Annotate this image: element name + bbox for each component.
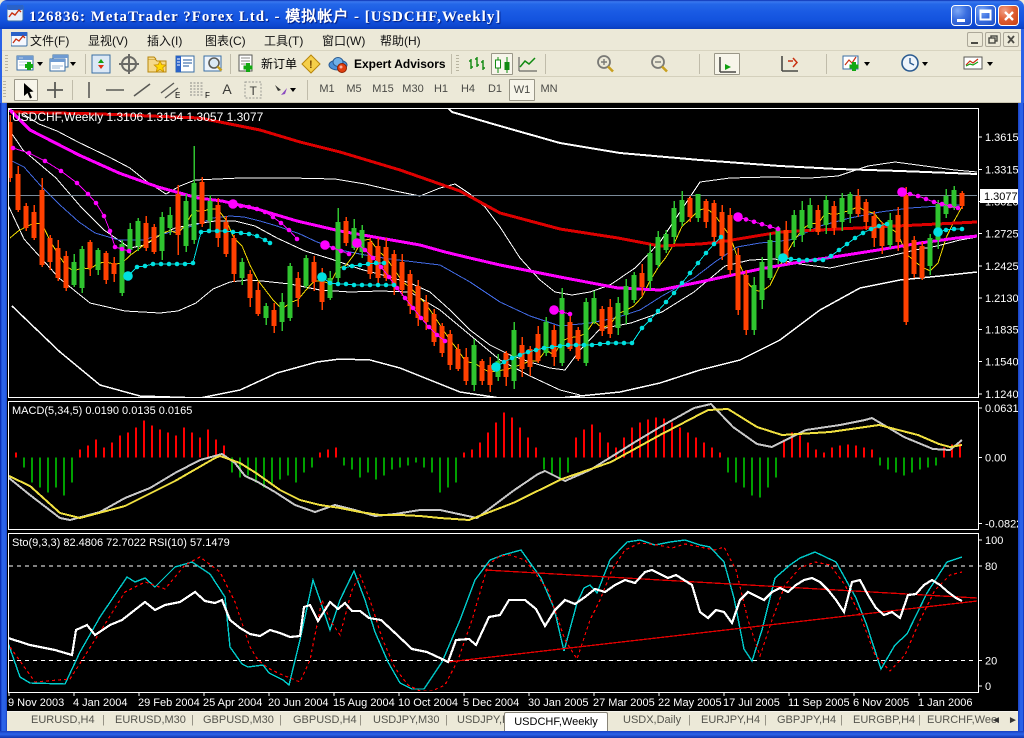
svg-text:!: !: [309, 59, 313, 71]
svg-text:1.1835: 1.1835: [985, 325, 1019, 337]
svg-text:6 Nov 2005: 6 Nov 2005: [853, 697, 909, 709]
svg-text:Sto(9,3,3) 82.4806 72.7022 RS: Sto(9,3,3) 82.4806 72.7022 RSI(10) 57.14…: [12, 537, 230, 549]
svg-text:25 Apr 2004: 25 Apr 2004: [203, 697, 262, 709]
svg-text:22 May 2005: 22 May 2005: [658, 697, 722, 709]
svg-text:1.1240: 1.1240: [985, 389, 1019, 401]
svg-text:0.00: 0.00: [985, 453, 1006, 465]
svg-text:9 Nov 2003: 9 Nov 2003: [8, 697, 64, 709]
svg-text:T: T: [250, 84, 258, 98]
svg-text:1.3315: 1.3315: [985, 165, 1019, 177]
svg-text:1.2425: 1.2425: [985, 261, 1019, 273]
svg-text:100: 100: [985, 535, 1003, 547]
svg-text:10 Oct 2004: 10 Oct 2004: [398, 697, 458, 709]
svg-text:F: F: [205, 91, 210, 100]
svg-text:1.2130: 1.2130: [985, 293, 1019, 305]
svg-text:1.1540: 1.1540: [985, 357, 1019, 369]
svg-text:1 Jan 2006: 1 Jan 2006: [918, 697, 972, 709]
svg-text:17 Jul 2005: 17 Jul 2005: [723, 697, 780, 709]
svg-text:1.3615: 1.3615: [985, 132, 1019, 144]
svg-text:27 Mar 2005: 27 Mar 2005: [593, 697, 655, 709]
svg-text:20: 20: [985, 656, 997, 668]
svg-text:USDCHF,Weekly 1.3106 1.3154 1: USDCHF,Weekly 1.3106 1.3154 1.3057 1.307…: [12, 110, 264, 124]
svg-text:4 Jan 2004: 4 Jan 2004: [73, 697, 127, 709]
svg-text:30 Jan 2005: 30 Jan 2005: [528, 697, 589, 709]
svg-text:11 Sep 2005: 11 Sep 2005: [788, 697, 850, 709]
svg-text:-0.0822: -0.0822: [985, 518, 1022, 530]
svg-text:15 Aug 2004: 15 Aug 2004: [333, 697, 395, 709]
svg-text:MACD(5,34,5) 0.0190 0.0135 0.0: MACD(5,34,5) 0.0190 0.0135 0.0165: [12, 405, 192, 417]
svg-text:20 Jun 2004: 20 Jun 2004: [268, 697, 329, 709]
svg-text:1.2725: 1.2725: [985, 229, 1019, 241]
svg-text:29 Feb 2004: 29 Feb 2004: [138, 697, 200, 709]
svg-text:5 Dec 2004: 5 Dec 2004: [463, 697, 519, 709]
svg-text:80: 80: [985, 561, 997, 573]
svg-text:0.0631: 0.0631: [985, 403, 1019, 415]
svg-text:E: E: [175, 91, 180, 100]
svg-text:0: 0: [985, 681, 991, 693]
svg-text:1.3077: 1.3077: [984, 191, 1018, 203]
